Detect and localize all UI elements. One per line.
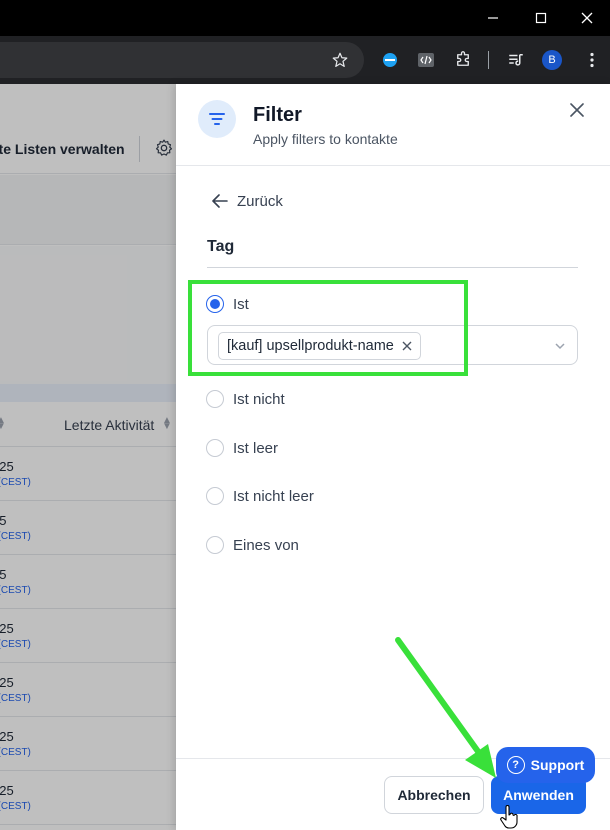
- cancel-button[interactable]: Abbrechen: [384, 776, 484, 814]
- maximize-button[interactable]: [518, 0, 564, 36]
- puzzle-icon: [457, 51, 469, 66]
- toolbar-divider: [488, 51, 489, 69]
- close-window-button[interactable]: [564, 0, 610, 36]
- radio-ist[interactable]: [206, 295, 224, 313]
- back-button[interactable]: Zurück: [212, 191, 283, 211]
- media-queue-icon: [509, 54, 523, 66]
- radio-ist-nicht-leer[interactable]: [206, 487, 224, 505]
- arrow-left-icon: [212, 194, 228, 208]
- devtools-icon: [418, 53, 434, 67]
- hand-cursor-icon: [500, 805, 518, 830]
- extensions-menu-button[interactable]: [451, 48, 475, 72]
- help-icon: ?: [506, 756, 525, 774]
- option-ist[interactable]: Ist: [206, 293, 249, 315]
- media-control-button[interactable]: [504, 48, 528, 72]
- filter-icon: [209, 113, 225, 125]
- option-ist-nicht[interactable]: Ist nicht: [206, 388, 285, 410]
- bookmark-star-button[interactable]: [328, 48, 352, 72]
- panel-header: Filter Apply filters to kontakte: [176, 84, 610, 166]
- option-ist-nicht-leer[interactable]: Ist nicht leer: [206, 485, 314, 507]
- option-ist-leer[interactable]: Ist leer: [206, 437, 278, 459]
- filter-badge: [198, 100, 236, 138]
- option-label: Ist: [233, 295, 249, 313]
- devtools-extension-button[interactable]: [414, 48, 438, 72]
- section-divider: [207, 267, 578, 268]
- support-label: Support: [530, 757, 585, 773]
- profile-button[interactable]: B: [540, 48, 564, 72]
- section-title: Tag: [207, 238, 235, 255]
- option-label: Ist nicht leer: [233, 487, 314, 505]
- close-icon: [402, 341, 412, 351]
- minimize-icon: [488, 17, 498, 19]
- option-eines-von[interactable]: Eines von: [206, 534, 299, 556]
- option-label: Eines von: [233, 536, 299, 554]
- chevron-down-icon[interactable]: [554, 339, 566, 357]
- tag-chip-label: [kauf] upsellprodukt-name: [227, 338, 394, 354]
- browser-menu-button[interactable]: [580, 48, 604, 72]
- filter-panel: Filter Apply filters to kontakte Zurück …: [176, 84, 610, 830]
- radio-eines-von[interactable]: [206, 536, 224, 554]
- maximize-icon: [535, 12, 547, 24]
- panel-title: Filter: [253, 104, 302, 126]
- close-panel-button[interactable]: [566, 99, 588, 121]
- more-vert-icon: [590, 52, 594, 68]
- tag-select[interactable]: [kauf] upsellprodukt-name: [207, 325, 578, 365]
- tag-chip: [kauf] upsellprodukt-name: [218, 332, 421, 360]
- extension-button[interactable]: [378, 48, 402, 72]
- panel-subtitle: Apply filters to kontakte: [253, 131, 398, 147]
- option-label: Ist nicht: [233, 390, 285, 408]
- radio-ist-nicht[interactable]: [206, 390, 224, 408]
- remove-tag-button[interactable]: [402, 338, 412, 354]
- minimize-button[interactable]: [470, 0, 516, 36]
- address-bar[interactable]: [0, 42, 364, 78]
- modal-backdrop[interactable]: [0, 84, 176, 830]
- star-icon: [332, 52, 348, 67]
- support-button[interactable]: ? Support: [496, 747, 595, 783]
- close-icon: [570, 103, 584, 117]
- back-label: Zurück: [237, 192, 283, 210]
- avatar: B: [542, 50, 562, 70]
- extension-blue-icon: [383, 53, 397, 67]
- radio-ist-leer[interactable]: [206, 439, 224, 457]
- close-icon: [581, 12, 593, 24]
- option-label: Ist leer: [233, 439, 279, 457]
